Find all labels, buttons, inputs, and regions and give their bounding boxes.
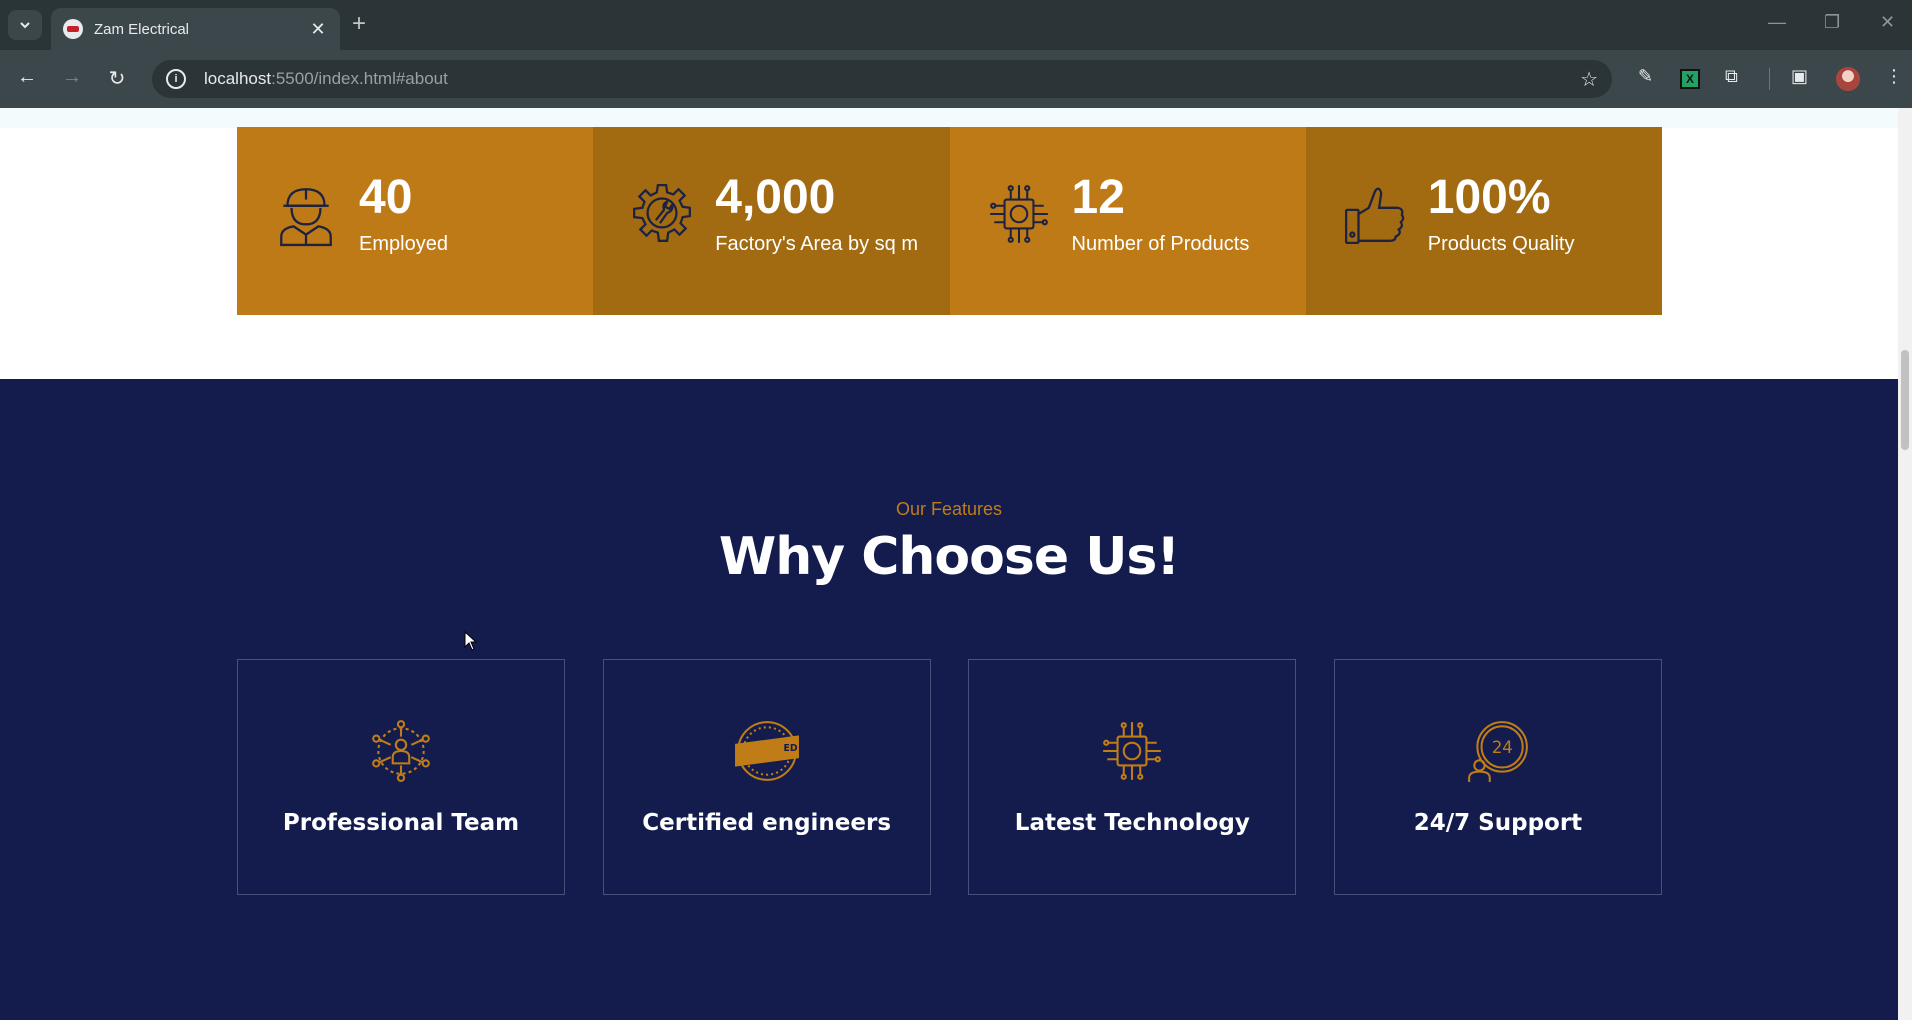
tab-search-button[interactable] xyxy=(8,10,42,40)
page-scrollbar[interactable] xyxy=(1898,108,1912,1020)
close-tab-icon[interactable]: ✕ xyxy=(308,19,328,40)
features-section: Our Features Why Choose Us! Professional… xyxy=(0,379,1898,1020)
team-network-icon xyxy=(372,720,430,782)
address-bar[interactable]: i localhost:5500/index.html#about ☆ xyxy=(152,60,1612,98)
certified-badge-icon: ED xyxy=(734,721,799,781)
stat-value: 12 xyxy=(1071,171,1125,224)
url-text[interactable]: localhost:5500/index.html#about xyxy=(204,69,448,89)
stat-label: Employed xyxy=(359,233,448,255)
extension-pin-icon[interactable]: ✎ xyxy=(1638,66,1653,87)
page-viewport: 40 Employed 4,000 Factory's Area by sq m… xyxy=(0,108,1898,1020)
stat-quality: 100% Products Quality xyxy=(1305,127,1662,315)
browser-tab[interactable]: Zam Electrical ✕ xyxy=(51,8,340,50)
stats-band: 40 Employed 4,000 Factory's Area by sq m… xyxy=(237,127,1662,315)
header-strip xyxy=(0,108,1898,128)
feature-card: 24 24/7 Support xyxy=(1333,659,1662,895)
feature-card: Latest Technology xyxy=(968,659,1297,895)
feature-title: Professional Team xyxy=(282,810,520,836)
stat-label: Number of Products xyxy=(1071,233,1250,255)
svg-text:ED: ED xyxy=(783,743,797,754)
svg-text:24: 24 xyxy=(1492,738,1513,757)
stat-label: Products Quality xyxy=(1427,233,1575,255)
reload-icon[interactable]: ↻ xyxy=(104,66,130,91)
stat-factory-area: 4,000 Factory's Area by sq m xyxy=(593,127,950,315)
support-24-icon: 24 xyxy=(1468,721,1528,782)
stat-employed: 40 Employed xyxy=(237,127,594,315)
chip-icon xyxy=(989,185,1048,243)
tab-title: Zam Electrical xyxy=(94,20,190,38)
chip-icon xyxy=(1103,722,1162,780)
feature-title: 24/7 Support xyxy=(1413,810,1583,836)
bookmark-star-icon[interactable]: ☆ xyxy=(1580,67,1598,92)
gear-wrench-icon xyxy=(633,183,692,242)
site-info-icon[interactable]: i xyxy=(166,69,186,89)
excel-extension-icon[interactable]: X xyxy=(1680,69,1700,89)
site-favicon-icon xyxy=(63,19,83,39)
menu-kebab-icon[interactable]: ⋮ xyxy=(1885,66,1903,87)
section-eyebrow: Our Features xyxy=(895,499,1003,519)
feature-title: Latest Technology xyxy=(1014,810,1250,836)
back-icon[interactable]: ← xyxy=(14,66,40,89)
stat-value: 40 xyxy=(359,171,413,224)
stat-value: 4,000 xyxy=(715,171,836,224)
restore-icon[interactable]: ❐ xyxy=(1824,12,1840,33)
feature-title: Certified engineers xyxy=(642,810,892,836)
scroll-thumb[interactable] xyxy=(1901,350,1909,450)
mouse-cursor-icon xyxy=(464,631,478,651)
section-heading: Why Choose Us! xyxy=(718,527,1180,587)
feature-card: Professional Team xyxy=(237,659,565,895)
worker-icon xyxy=(280,188,332,247)
minimize-icon[interactable]: — xyxy=(1768,12,1786,33)
toolbar-divider xyxy=(1769,68,1770,90)
thumbs-up-icon xyxy=(1344,187,1405,245)
extensions-puzzle-icon[interactable]: ⧉ xyxy=(1725,66,1738,87)
chevron-down-icon xyxy=(20,22,30,29)
stat-products: 12 Number of Products xyxy=(949,127,1306,315)
forward-icon[interactable]: → xyxy=(59,66,85,89)
feature-cards: Professional Team ED Certified engineers… xyxy=(237,659,1662,895)
profile-avatar[interactable] xyxy=(1836,67,1860,91)
new-tab-button[interactable]: + xyxy=(352,12,366,36)
side-panel-icon[interactable]: ▣ xyxy=(1791,66,1808,87)
stat-value: 100% xyxy=(1427,171,1551,224)
stat-label: Factory's Area by sq m xyxy=(715,233,919,255)
close-window-icon[interactable]: ✕ xyxy=(1880,12,1895,33)
feature-card: ED Certified engineers xyxy=(602,659,931,895)
